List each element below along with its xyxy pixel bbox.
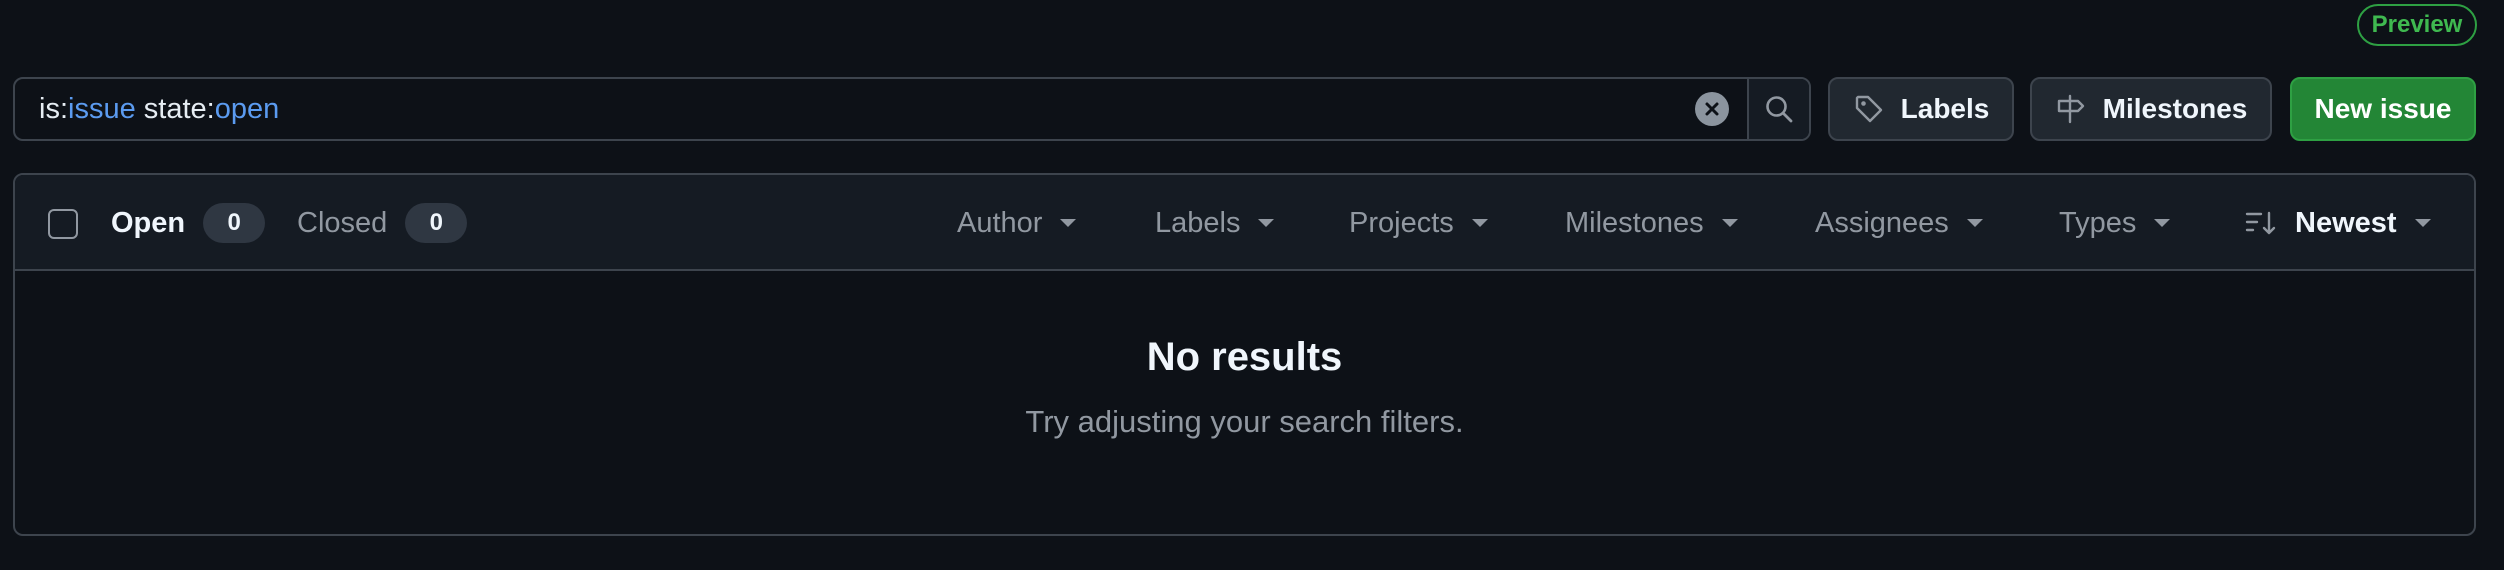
token-separator: [136, 93, 144, 126]
labels-button-label: Labels: [1900, 93, 1990, 124]
empty-state-title: No results: [1146, 335, 1343, 379]
query-token-state: state:open: [144, 93, 279, 126]
tag-icon: [1855, 95, 1882, 123]
empty-state: No results Try adjusting your search fil…: [15, 335, 2474, 440]
filter-author[interactable]: Author: [957, 201, 1077, 245]
filter-milestones-label: Milestones: [1565, 206, 1704, 239]
closed-count-badge: 0: [405, 203, 468, 243]
issues-list-header: Open 0 Closed 0 Author Labels Projects M…: [15, 175, 2474, 271]
issues-list: Open 0 Closed 0 Author Labels Projects M…: [13, 173, 2476, 536]
token-key: is:: [39, 92, 68, 125]
new-issue-button[interactable]: New issue: [2290, 77, 2476, 141]
caret-down-icon: [1258, 219, 1275, 227]
caret-down-icon: [1721, 219, 1738, 227]
caret-down-icon: [1060, 219, 1077, 227]
clear-search-button[interactable]: [1695, 92, 1729, 126]
sort-dropdown[interactable]: Newest: [2245, 201, 2431, 245]
select-all-checkbox[interactable]: [48, 209, 78, 239]
sort-icon: [2245, 211, 2276, 235]
caret-down-icon: [2414, 219, 2431, 227]
clear-icon: [1705, 102, 1719, 116]
milestones-button[interactable]: Milestones: [2030, 77, 2272, 141]
filter-types[interactable]: Types: [2059, 201, 2171, 245]
search-input[interactable]: is:issue state:open: [15, 79, 1747, 139]
filter-labels-label: Labels: [1155, 206, 1241, 239]
milestone-icon: [2057, 94, 2084, 124]
filter-types-label: Types: [2059, 206, 2137, 239]
tab-closed-label: Closed: [297, 206, 388, 239]
filter-assignees-label: Assignees: [1815, 206, 1949, 239]
new-issue-button-label: New issue: [2314, 93, 2452, 124]
filter-projects-label: Projects: [1349, 206, 1454, 239]
filter-projects[interactable]: Projects: [1349, 201, 1488, 245]
labels-button[interactable]: Labels: [1828, 77, 2014, 141]
token-key: state:: [143, 92, 215, 125]
open-count-badge: 0: [203, 203, 266, 243]
tab-closed[interactable]: Closed 0: [297, 201, 468, 245]
tab-open-label: Open: [111, 206, 186, 239]
empty-state-subtitle: Try adjusting your search filters.: [1025, 404, 1464, 439]
sort-label: Newest: [2295, 206, 2397, 239]
search-button[interactable]: [1747, 79, 1809, 139]
filter-milestones[interactable]: Milestones: [1565, 201, 1738, 245]
query-token-is: is:issue: [39, 93, 136, 126]
search-bar[interactable]: is:issue state:open: [13, 77, 1811, 141]
token-value: issue: [68, 92, 136, 125]
caret-down-icon: [1966, 219, 1983, 227]
caret-down-icon: [2154, 219, 2171, 227]
preview-badge: Preview: [2357, 4, 2477, 46]
filter-author-label: Author: [957, 206, 1043, 239]
filter-assignees[interactable]: Assignees: [1815, 201, 1983, 245]
milestones-button-label: Milestones: [2102, 93, 2248, 124]
caret-down-icon: [1471, 219, 1488, 227]
filter-labels[interactable]: Labels: [1155, 201, 1275, 245]
token-value: open: [214, 92, 280, 125]
tab-open[interactable]: Open 0: [111, 201, 266, 245]
search-icon: [1766, 96, 1793, 123]
